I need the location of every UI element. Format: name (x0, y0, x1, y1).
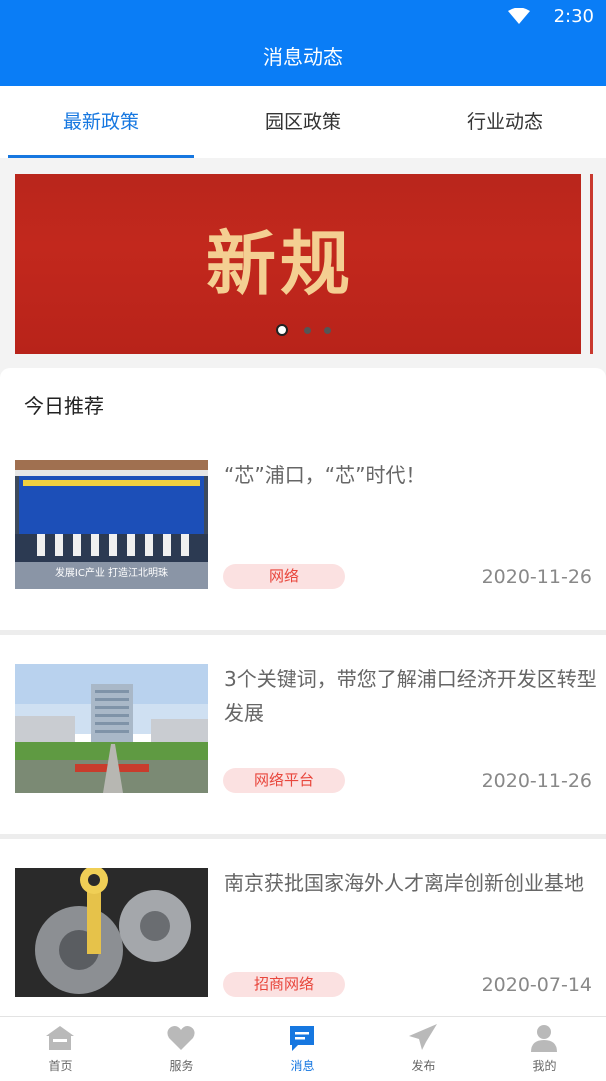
nav-label: 首页 (48, 1059, 73, 1073)
tab-industry-news[interactable]: 行业动态 (404, 86, 606, 158)
user-icon (531, 1025, 557, 1052)
banner-text: 新规 (206, 222, 354, 305)
news-thumbnail: 发展IC产业 打造江北明珠 (15, 460, 208, 589)
banner-next-peek (590, 174, 593, 354)
send-icon (409, 1024, 437, 1050)
news-thumbnail (15, 868, 208, 997)
divider (0, 630, 606, 635)
heart-icon (167, 1026, 195, 1050)
home-icon (46, 1026, 74, 1050)
page-title: 消息动态 (263, 45, 343, 69)
nav-publish[interactable]: 发布 (363, 1017, 484, 1081)
bottom-nav: 首页 服务 消息 发布 我的 (0, 1016, 606, 1081)
nav-message[interactable]: 消息 (242, 1017, 363, 1081)
news-thumbnail (15, 664, 208, 793)
news-date: 2020-07-14 (481, 974, 592, 996)
news-source-tag: 网络 (223, 564, 345, 589)
nav-label: 发布 (411, 1059, 436, 1073)
tab-latest-policy[interactable]: 最新政策 (0, 86, 202, 158)
news-date: 2020-11-26 (481, 566, 592, 588)
nav-label: 服务 (169, 1059, 194, 1073)
recommend-card: 今日推荐 发展IC产业 打造江北明珠 “芯”浦口，“芯”时代！ 网络 2020-… (0, 368, 606, 1020)
news-title: “芯”浦口，“芯”时代！ (224, 463, 426, 487)
status-bar: 2:30 (0, 0, 606, 34)
message-icon (290, 1026, 314, 1051)
news-date: 2020-11-26 (481, 770, 592, 792)
tab-bar: 最新政策 园区政策 行业动态 (0, 86, 606, 158)
carousel-dot-active[interactable] (276, 324, 288, 336)
status-time: 2:30 (553, 6, 594, 27)
nav-service[interactable]: 服务 (121, 1017, 242, 1081)
tab-park-policy[interactable]: 园区政策 (202, 86, 404, 158)
carousel-indicator (276, 323, 346, 339)
section-title: 今日推荐 (24, 394, 104, 418)
carousel-dot[interactable] (304, 327, 311, 334)
carousel-dot[interactable] (324, 327, 331, 334)
news-source-tag: 网络平台 (223, 768, 345, 793)
news-title: 3个关键词，带您了解浦口经济开发区转型发展 (224, 667, 597, 725)
thumbnail-caption: 发展IC产业 打造江北明珠 (54, 568, 169, 579)
news-title: 南京获批国家海外人才离岸创新创业基地 (224, 871, 584, 895)
nav-home[interactable]: 首页 (0, 1017, 121, 1081)
nav-mine[interactable]: 我的 (484, 1017, 605, 1081)
divider (0, 834, 606, 839)
wifi-icon (508, 8, 530, 24)
news-source-tag: 招商网络 (223, 972, 345, 997)
nav-label: 消息 (290, 1059, 315, 1073)
news-item[interactable]: 3个关键词，带您了解浦口经济开发区转型发展 网络平台 2020-11-26 (0, 640, 606, 836)
app-bar: 消息动态 (0, 34, 606, 86)
nav-label: 我的 (532, 1059, 557, 1073)
news-item[interactable]: 发展IC产业 打造江北明珠 “芯”浦口，“芯”时代！ 网络 2020-11-26 (0, 436, 606, 632)
news-item[interactable]: 南京获批国家海外人才离岸创新创业基地 招商网络 2020-07-14 (0, 844, 606, 1020)
